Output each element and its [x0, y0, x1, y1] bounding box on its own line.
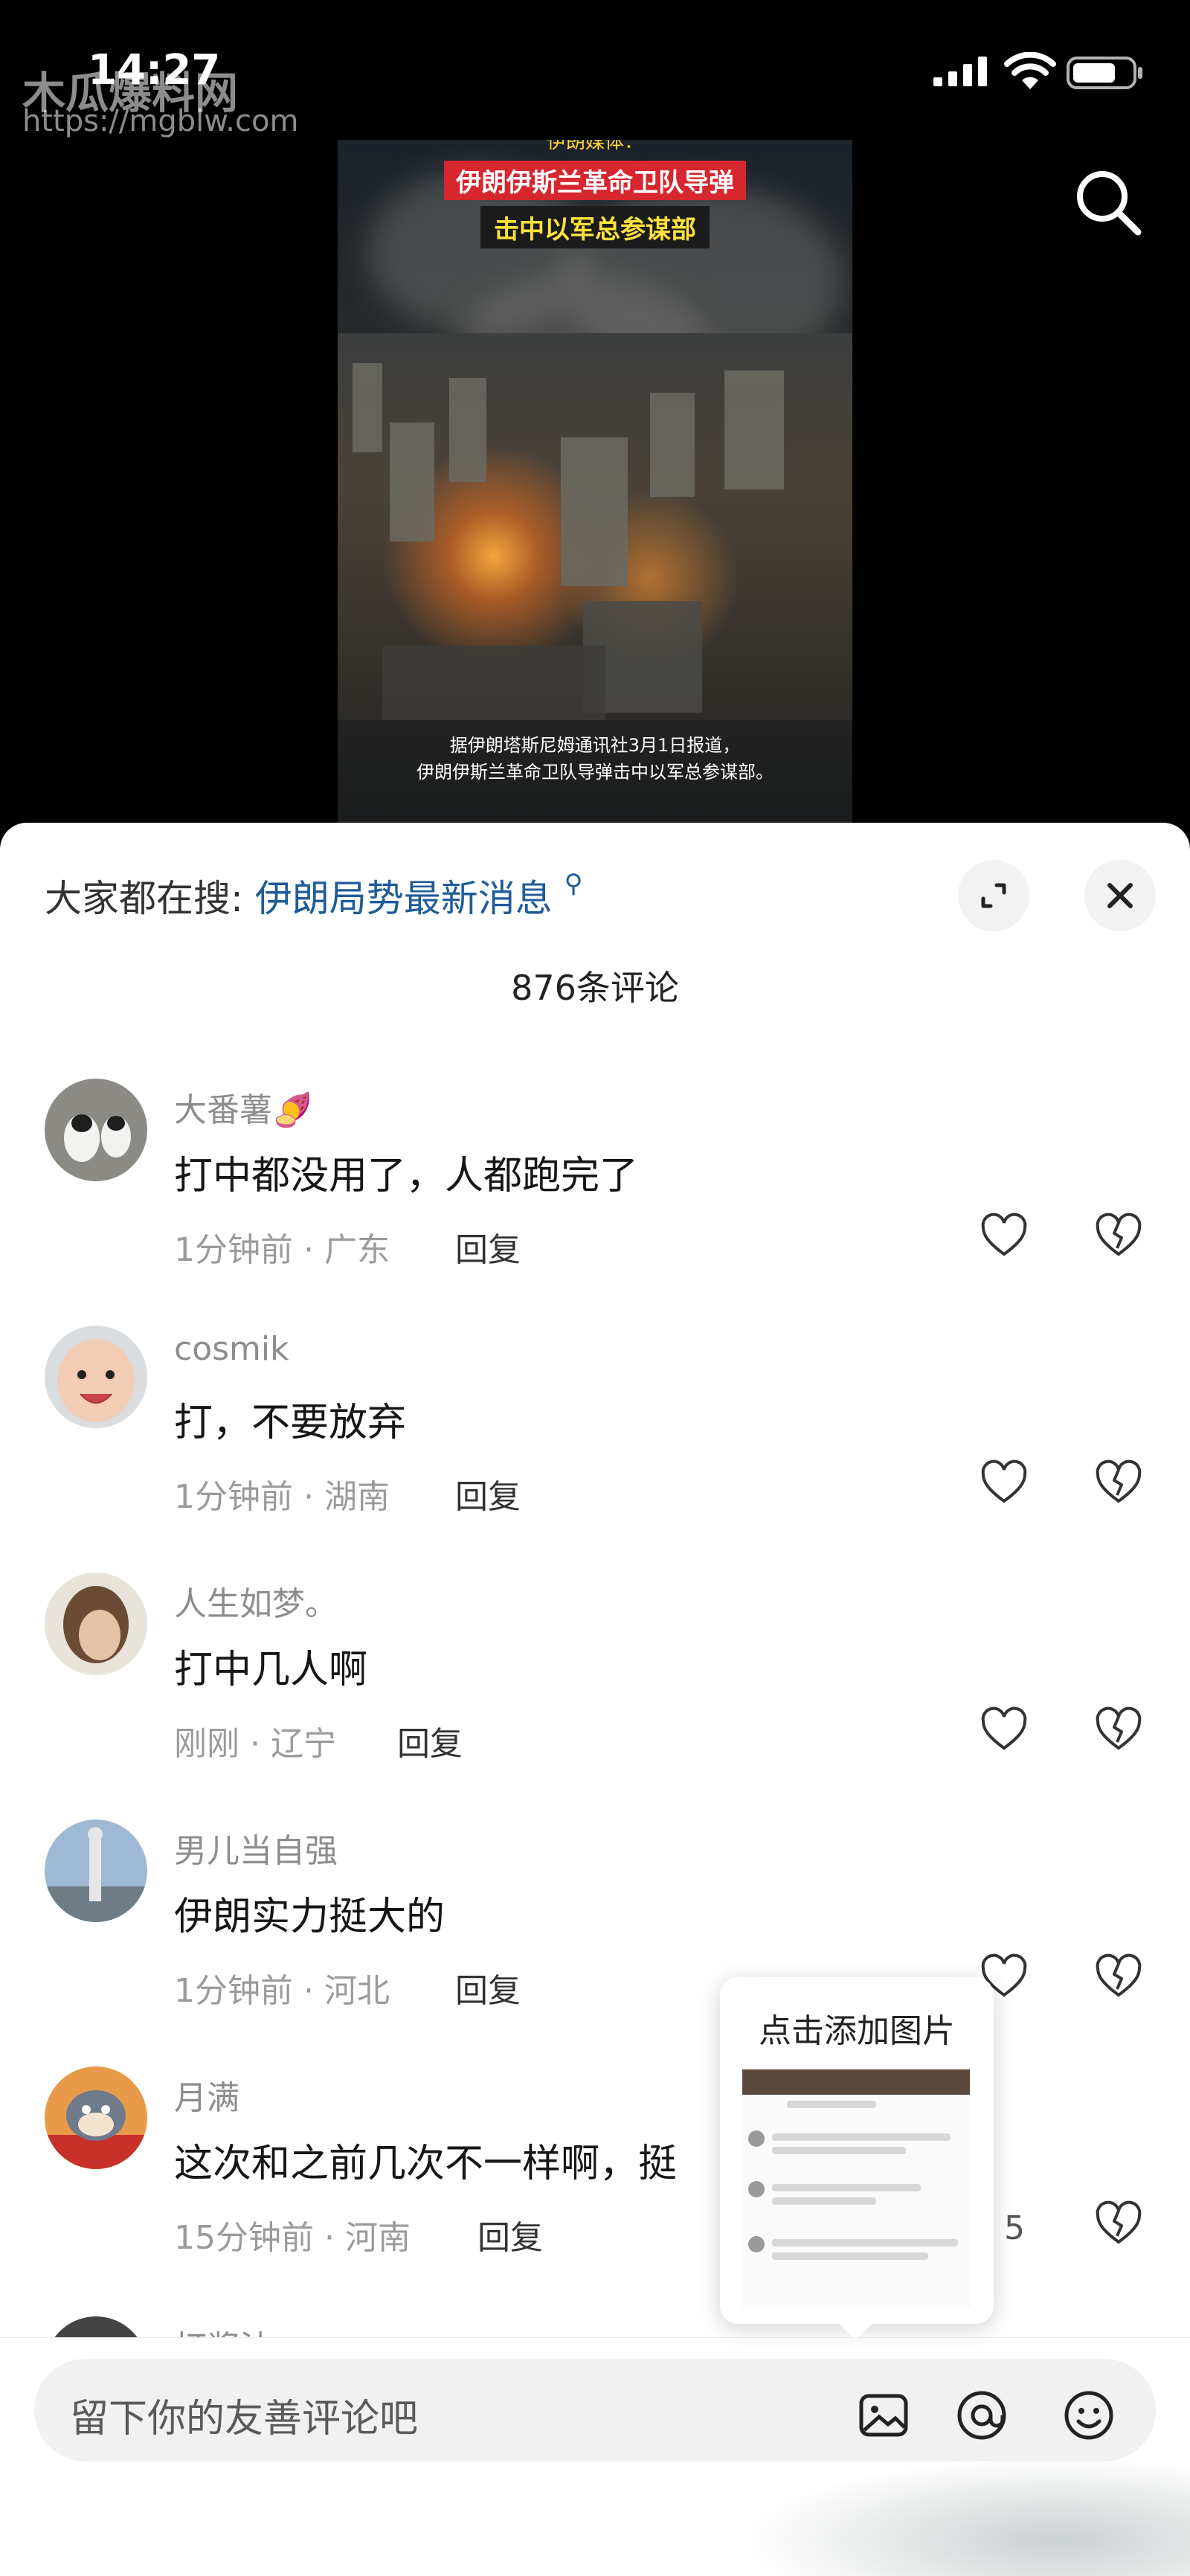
- comment-item: 人生如梦。 打中几人啊 刚刚 · 辽宁 回复: [0, 1573, 1190, 1811]
- comment-input-bar: 留下你的友善评论吧: [0, 2337, 1190, 2576]
- watermark-decoration: [744, 2457, 1190, 2576]
- comment-username[interactable]: 男儿当自强: [174, 1824, 338, 1872]
- thumb-line: [772, 2252, 928, 2260]
- baby-avatar-image: [45, 1326, 147, 1428]
- expand-icon: [981, 883, 1006, 908]
- tooltip-title: 点击添加图片: [759, 2012, 955, 2050]
- comment-text: 打中都没用了，人都跑完了: [174, 1154, 639, 1198]
- cartoon-cat-avatar-image: [45, 2066, 147, 2169]
- comment-username[interactable]: 大番薯🍠: [174, 1083, 313, 1131]
- comment-item: 月满 这次和之前几次不一样啊，挺 15分钟前 · 河南 回复 5: [0, 2066, 1190, 2304]
- broken-heart-icon[interactable]: [1093, 1705, 1144, 1756]
- comment-meta: 15分钟前 · 河南: [174, 2219, 411, 2257]
- partial-comment: 打酱油: [0, 2313, 1190, 2340]
- comment-username[interactable]: 月满: [174, 2071, 239, 2119]
- watermark-url: https://mgblw.com: [22, 104, 299, 138]
- emoji-icon[interactable]: [1059, 2386, 1119, 2445]
- thumb-line: [772, 2147, 906, 2154]
- tooltip-arrow: [837, 2322, 873, 2340]
- video-caption-line2: 击中以军总参谋部: [480, 206, 710, 248]
- small-search-icon: ⚲: [564, 869, 583, 899]
- heart-icon[interactable]: [979, 1705, 1029, 1756]
- comment-username[interactable]: cosmik: [174, 1330, 289, 1368]
- reply-button[interactable]: 回复: [397, 1717, 463, 1764]
- thumb-header: [742, 2069, 970, 2095]
- video-scene: [338, 333, 852, 720]
- signal-icon: [933, 57, 987, 86]
- comment-meta: 1分钟前 · 湖南: [174, 1478, 390, 1516]
- search-suggestion[interactable]: 大家都在搜: 伊朗局势最新消息 ⚲: [45, 869, 583, 922]
- search-suggestion-prefix: 大家都在搜:: [45, 877, 243, 920]
- reply-button[interactable]: 回复: [455, 1964, 521, 2011]
- close-button[interactable]: [1084, 860, 1156, 931]
- comment-input-placeholder: 留下你的友善评论吧: [70, 2397, 419, 2441]
- video-subtitle-line2: 伊朗伊斯兰革命卫队导弹击中以军总参谋部。: [416, 762, 774, 783]
- comment-meta: 刚刚 · 辽宁: [174, 1725, 336, 1763]
- comment-text: 伊朗实力挺大的: [174, 1895, 446, 1939]
- avatar[interactable]: [45, 1573, 147, 1675]
- video-caption-line1: 伊朗伊斯兰革命卫队导弹: [444, 161, 746, 200]
- thumb-avatar: [748, 2236, 765, 2252]
- add-image-tooltip[interactable]: 点击添加图片: [720, 1977, 994, 2340]
- video-caption: 伊朗媒体： 伊朗伊斯兰革命卫队导弹 击中以军总参谋部: [338, 140, 852, 248]
- battery-icon: [1067, 57, 1142, 89]
- statue-avatar-image: [45, 1819, 147, 1922]
- video-subtitle-line1: 据伊朗塔斯尼姆通讯社3月1日报道，: [449, 735, 741, 756]
- comment-item: cosmik 打，不要放弃 1分钟前 · 湖南 回复: [0, 1326, 1190, 1564]
- comment-text: 打中几人啊: [174, 1648, 368, 1692]
- comment-item: 大番薯🍠 打中都没用了，人都跑完了 1分钟前 · 广东 回复: [0, 1079, 1190, 1317]
- avatar[interactable]: [45, 1819, 147, 1922]
- close-icon: [1107, 883, 1133, 908]
- comment-count: 876条评论: [511, 968, 679, 1008]
- heart-icon[interactable]: [979, 1211, 1029, 1262]
- expand-button[interactable]: [958, 860, 1029, 931]
- like-count: 5: [1004, 2209, 1025, 2247]
- broken-heart-icon[interactable]: [1093, 1211, 1144, 1262]
- avatar[interactable]: [45, 2066, 147, 2169]
- avatar[interactable]: [45, 1326, 147, 1428]
- thumb-line: [772, 2184, 921, 2191]
- video-caption-small: 伊朗媒体：: [546, 140, 643, 153]
- reply-button[interactable]: 回复: [455, 1470, 521, 1517]
- comment-input[interactable]: 留下你的友善评论吧: [34, 2359, 1156, 2461]
- thumb-line: [772, 2239, 958, 2246]
- thumb-line: [772, 2133, 951, 2141]
- wifi-icon: [1004, 52, 1056, 89]
- video-player[interactable]: 伊朗媒体： 伊朗伊斯兰革命卫队导弹 击中以军总参谋部 据伊朗塔斯尼姆通讯社3月1…: [338, 140, 852, 823]
- screenshot-thumbnail[interactable]: [742, 2069, 970, 2307]
- comment-meta: 1分钟前 · 河北: [174, 1972, 390, 2010]
- dog-avatar-image: [45, 1079, 147, 1181]
- comment-username[interactable]: 人生如梦。: [174, 1577, 338, 1625]
- comment-item: 男儿当自强 伊朗实力挺大的 1分钟前 · 河北 回复: [0, 1819, 1190, 2058]
- comment-meta: 1分钟前 · 广东: [174, 1231, 390, 1269]
- status-bar: 14:27 木瓜爆料网 https://mgblw.com: [0, 0, 1190, 141]
- comment-text: 打，不要放弃: [174, 1401, 407, 1445]
- portrait-avatar-image: [45, 1573, 147, 1675]
- thumb-line: [772, 2197, 876, 2205]
- thumb-line: [787, 2101, 876, 2108]
- video-subtitle: 据伊朗塔斯尼姆通讯社3月1日报道， 伊朗伊斯兰革命卫队导弹击中以军总参谋部。: [338, 732, 852, 786]
- heart-icon[interactable]: [979, 1458, 1029, 1509]
- thumb-avatar: [748, 2130, 765, 2147]
- avatar[interactable]: [45, 1079, 147, 1181]
- at-mention-icon[interactable]: [952, 2386, 1012, 2445]
- image-icon[interactable]: [854, 2386, 913, 2445]
- reply-button[interactable]: 回复: [477, 2211, 543, 2258]
- reply-button[interactable]: 回复: [455, 1223, 521, 1271]
- broken-heart-icon[interactable]: [1093, 1458, 1144, 1509]
- search-suggestion-keyword[interactable]: 伊朗局势最新消息: [255, 877, 553, 920]
- broken-heart-icon[interactable]: [1093, 1952, 1144, 2002]
- broken-heart-icon[interactable]: [1093, 2199, 1144, 2249]
- thumb-avatar: [748, 2181, 765, 2197]
- comment-text: 这次和之前几次不一样啊，挺: [174, 2142, 678, 2186]
- search-icon[interactable]: [1071, 165, 1145, 240]
